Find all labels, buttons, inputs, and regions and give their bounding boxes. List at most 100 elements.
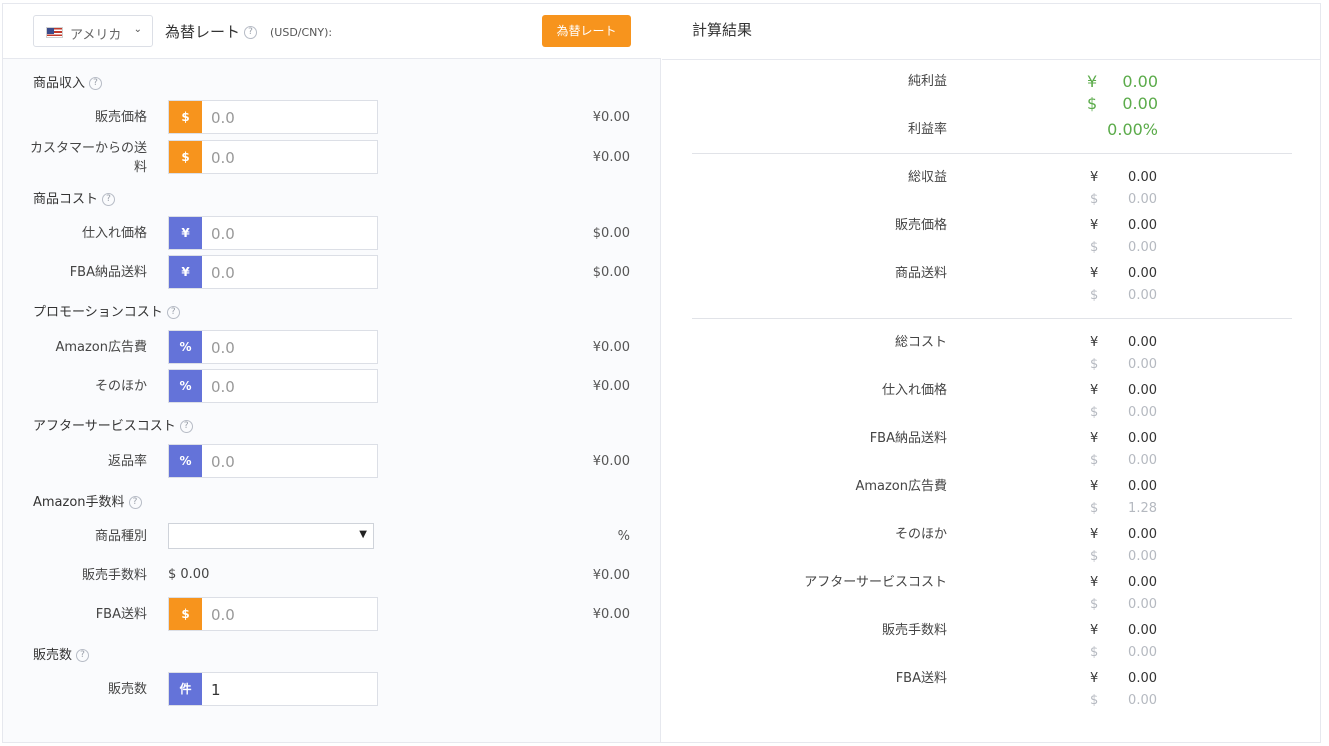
help-icon[interactable]: ? xyxy=(179,420,193,433)
result-item-cny: 0.00 xyxy=(1128,335,1157,350)
fba-fee-label: FBA送料 xyxy=(95,607,147,622)
return-rate-input[interactable]: % 0.0 xyxy=(168,444,378,478)
section-after-service: アフターサービスコスト? xyxy=(33,415,193,434)
result-item-usd: 0.00 xyxy=(1128,192,1157,207)
other-input[interactable]: % 0.0 xyxy=(168,369,378,403)
dollar-icon: $ xyxy=(169,101,202,133)
fba-inbound-amount: $0.00 xyxy=(592,265,630,280)
result-item-label: 仕入れ価格 xyxy=(881,383,947,398)
help-icon[interactable]: ? xyxy=(89,77,103,90)
fba-fee-value: 0.0 xyxy=(211,606,235,624)
other-amount: ¥0.00 xyxy=(592,379,630,394)
section-after-service-text: アフターサービスコスト xyxy=(33,419,176,434)
result-item-label: FBA送料 xyxy=(895,671,947,686)
yen-icon: ¥ xyxy=(169,217,202,249)
result-item-label: 販売価格 xyxy=(894,218,947,233)
percent-icon: % xyxy=(169,331,202,363)
result-item-cny: 0.00 xyxy=(1128,575,1157,590)
sale-price-label: 販売価格 xyxy=(94,110,147,125)
purchase-price-input[interactable]: ¥ 0.0 xyxy=(168,216,378,250)
result-item-label: 総コスト xyxy=(894,335,947,350)
chevron-down-icon: ⌄ xyxy=(133,24,142,35)
result-item-cny: 0.00 xyxy=(1128,479,1157,494)
quantity-label: 販売数 xyxy=(107,682,147,697)
country-select[interactable]: アメリカ ⌄ xyxy=(33,15,153,47)
profit-margin-value: 0.00% xyxy=(1107,120,1158,139)
result-item-cny: 0.00 xyxy=(1128,266,1157,281)
customer-shipping-label-text: カスタマーからの送料 xyxy=(29,141,147,175)
result-item-cny: 0.00 xyxy=(1128,218,1157,233)
result-panel: 計算結果 純利益 ¥ 0.00 $ 0.00 利益率 0.00% 総収益 ¥0.0… xyxy=(662,4,1320,742)
exchange-rate-bar: アメリカ ⌄ 為替レート? (USD/CNY): 為替レート xyxy=(3,4,661,59)
yen-icon: ¥ xyxy=(169,256,202,288)
sales-fee-value: $ 0.00 xyxy=(168,567,210,582)
customer-shipping-label: カスタマーからの送料 xyxy=(29,139,147,177)
help-icon[interactable]: ? xyxy=(76,649,90,662)
amazon-ads-label: Amazon広告費 xyxy=(55,340,147,355)
fba-inbound-value: 0.0 xyxy=(211,264,235,282)
divider xyxy=(692,318,1292,319)
result-item-label: Amazon広告費 xyxy=(855,479,947,494)
result-title: 計算結果 xyxy=(692,21,753,39)
result-item-usd: 0.00 xyxy=(1128,240,1157,255)
result-item-cny: 0.00 xyxy=(1128,383,1157,398)
exchange-rate-title: 為替レート? xyxy=(165,21,258,42)
category-select[interactable]: ▼ xyxy=(168,523,374,549)
input-panel: アメリカ ⌄ 為替レート? (USD/CNY): 為替レート 商品収入? 販売価… xyxy=(3,4,661,742)
section-income: 商品収入? xyxy=(33,72,103,91)
fba-fee-input[interactable]: $ 0.0 xyxy=(168,597,378,631)
section-sales-quantity: 販売数? xyxy=(33,644,90,663)
profit-margin-label: 利益率 xyxy=(907,122,947,137)
quantity-value: 1 xyxy=(211,681,221,699)
dollar-icon: $ xyxy=(169,598,202,630)
result-item-usd: 0.00 xyxy=(1128,453,1157,468)
exchange-rate-button[interactable]: 為替レート xyxy=(542,15,631,47)
return-rate-value: 0.0 xyxy=(211,453,235,471)
section-sales-quantity-text: 販売数 xyxy=(33,648,73,663)
result-item-usd: 0.00 xyxy=(1128,405,1157,420)
return-rate-amount: ¥0.00 xyxy=(592,454,630,469)
purchase-price-value: 0.0 xyxy=(211,225,235,243)
sale-price-input[interactable]: $ 0.0 xyxy=(168,100,378,134)
result-item-usd: 0.00 xyxy=(1128,693,1157,708)
result-item-label: 販売手数料 xyxy=(881,623,947,638)
result-header-divider xyxy=(662,59,1320,60)
fba-inbound-input[interactable]: ¥ 0.0 xyxy=(168,255,378,289)
help-icon[interactable]: ? xyxy=(102,193,116,206)
other-value: 0.0 xyxy=(211,378,235,396)
sales-fee-label: 販売手数料 xyxy=(81,568,147,583)
sales-fee-amount: ¥0.00 xyxy=(592,568,630,583)
section-amazon-fees: Amazon手数料? xyxy=(33,491,142,510)
profit-calculator: アメリカ ⌄ 為替レート? (USD/CNY): 為替レート 商品収入? 販売価… xyxy=(2,3,1321,743)
result-item-cny: 0.00 xyxy=(1128,671,1157,686)
help-icon[interactable]: ? xyxy=(166,306,180,319)
dropdown-arrow-icon: ▼ xyxy=(359,529,367,540)
other-label: そのほか xyxy=(94,379,147,394)
result-item-cny: 0.00 xyxy=(1128,527,1157,542)
divider xyxy=(692,153,1292,154)
result-item-usd: 0.00 xyxy=(1128,357,1157,372)
result-item-cny: 0.00 xyxy=(1128,170,1157,185)
unit-icon: 件 xyxy=(169,673,202,705)
country-label: アメリカ xyxy=(70,28,122,43)
result-item-usd: 0.00 xyxy=(1128,288,1157,303)
result-item-label: FBA納品送料 xyxy=(869,431,947,446)
exchange-rate-title-text: 為替レート xyxy=(165,23,241,41)
customer-shipping-input[interactable]: $ 0.0 xyxy=(168,140,378,174)
purchase-price-label: 仕入れ価格 xyxy=(81,226,147,241)
category-label: 商品種別 xyxy=(94,529,147,544)
help-icon[interactable]: ? xyxy=(244,26,258,39)
net-profit-cny: 0.00 xyxy=(1122,72,1158,91)
quantity-input[interactable]: 件 1 xyxy=(168,672,378,706)
result-item-usd: 0.00 xyxy=(1128,645,1157,660)
percent-icon: % xyxy=(169,370,202,402)
customer-shipping-value: 0.0 xyxy=(211,149,235,167)
net-profit-usd: 0.00 xyxy=(1122,94,1158,113)
amazon-ads-input[interactable]: % 0.0 xyxy=(168,330,378,364)
exchange-rate-unit: (USD/CNY): xyxy=(270,26,333,39)
section-cost: 商品コスト? xyxy=(33,188,116,207)
help-icon[interactable]: ? xyxy=(128,496,142,509)
section-cost-text: 商品コスト xyxy=(33,192,99,207)
return-rate-label: 返品率 xyxy=(107,454,147,469)
result-item-usd: 1.28 xyxy=(1128,501,1157,516)
